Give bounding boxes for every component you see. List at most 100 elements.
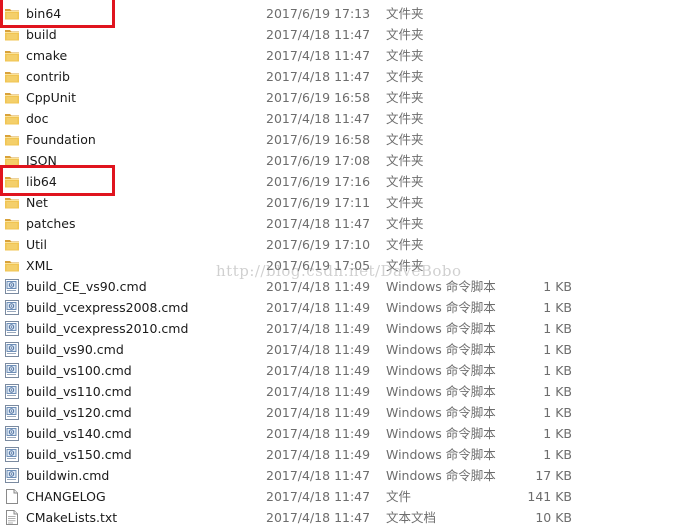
file-date-modified: 2017/6/19 17:16 [266, 174, 371, 189]
file-name: doc [26, 111, 49, 126]
cmd-script-icon [4, 300, 20, 315]
file-row[interactable]: build_CE_vs90.cmd 2017/4/18 11:49 Windows … [0, 276, 700, 297]
file-size: 1 KB [543, 279, 572, 294]
cmd-script-icon [4, 426, 20, 441]
file-type: Windows 命令脚本 [386, 363, 496, 378]
file-row[interactable]: Net 2017/6/19 17:11 文件夹 [0, 192, 700, 213]
folder-icon [4, 237, 20, 252]
file-name: build_vs140.cmd [26, 426, 132, 441]
file-name: patches [26, 216, 76, 231]
file-date-modified: 2017/4/18 11:49 [266, 279, 371, 294]
file-row[interactable]: build_vs100.cmd 2017/4/18 11:49 Windows 命令… [0, 360, 700, 381]
file-name: CppUnit [26, 90, 77, 105]
file-row[interactable]: buildwin.cmd 2017/4/18 11:47 Windows 命令脚本 1… [0, 465, 700, 486]
file-type: Windows 命令脚本 [386, 321, 496, 336]
file-type: 文件夹 [386, 174, 424, 189]
file-row[interactable]: CppUnit 2017/6/19 16:58 文件夹 [0, 87, 700, 108]
file-row[interactable]: Util 2017/6/19 17:10 文件夹 [0, 234, 700, 255]
file-row[interactable]: build 2017/4/18 11:47 文件夹 [0, 24, 700, 45]
file-name: Net [26, 195, 48, 210]
file-row[interactable]: patches 2017/4/18 11:47 文件夹 [0, 213, 700, 234]
file-type: Windows 命令脚本 [386, 447, 496, 462]
file-name: build_vs110.cmd [26, 384, 132, 399]
file-type: Windows 命令脚本 [386, 384, 496, 399]
file-row[interactable]: contrib 2017/4/18 11:47 文件夹 [0, 66, 700, 87]
file-date-modified: 2017/6/19 17:10 [266, 237, 371, 252]
folder-icon [4, 90, 20, 105]
file-row[interactable]: build_vs120.cmd 2017/4/18 11:49 Windows 命令… [0, 402, 700, 423]
file-size: 141 KB [527, 489, 572, 504]
cmd-script-icon [4, 321, 20, 336]
file-name: build_vcexpress2010.cmd [26, 321, 189, 336]
file-date-modified: 2017/4/18 11:47 [266, 69, 371, 84]
file-size: 1 KB [543, 321, 572, 336]
file-date-modified: 2017/4/18 11:47 [266, 111, 371, 126]
file-type: 文件夹 [386, 27, 424, 42]
file-row[interactable]: build_vcexpress2010.cmd 2017/4/18 11:49 Wi… [0, 318, 700, 339]
file-date-modified: 2017/6/19 17:11 [266, 195, 371, 210]
file-type: Windows 命令脚本 [386, 405, 496, 420]
file-date-modified: 2017/4/18 11:49 [266, 321, 371, 336]
file-date-modified: 2017/6/19 16:58 [266, 90, 371, 105]
folder-icon [4, 27, 20, 42]
folder-icon [4, 216, 20, 231]
file-date-modified: 2017/4/18 11:47 [266, 216, 371, 231]
file-row[interactable]: build_vcexpress2008.cmd 2017/4/18 11:49 Wi… [0, 297, 700, 318]
file-type: 文件夹 [386, 69, 424, 84]
file-type: 文件夹 [386, 48, 424, 63]
file-size: 1 KB [543, 300, 572, 315]
cmd-script-icon [4, 279, 20, 294]
file-date-modified: 2017/6/19 17:08 [266, 153, 371, 168]
file-date-modified: 2017/6/19 17:05 [266, 258, 371, 273]
file-icon [4, 489, 20, 504]
file-row[interactable]: build_vs90.cmd 2017/4/18 11:49 Windows 命令脚… [0, 339, 700, 360]
file-name: Foundation [26, 132, 96, 147]
file-type: 文件夹 [386, 216, 424, 231]
file-type: Windows 命令脚本 [386, 279, 496, 294]
file-date-modified: 2017/4/18 11:47 [266, 27, 371, 42]
file-row[interactable]: build_vs150.cmd 2017/4/18 11:49 Windows 命令… [0, 444, 700, 465]
file-row[interactable]: cmake 2017/4/18 11:47 文件夹 [0, 45, 700, 66]
file-type: 文件夹 [386, 90, 424, 105]
file-size: 1 KB [543, 405, 572, 420]
file-size: 17 KB [535, 468, 572, 483]
file-date-modified: 2017/4/18 11:49 [266, 405, 371, 420]
file-name: build_vs100.cmd [26, 363, 132, 378]
file-date-modified: 2017/4/18 11:49 [266, 363, 371, 378]
file-date-modified: 2017/4/18 11:49 [266, 342, 371, 357]
file-type: 文件夹 [386, 153, 424, 168]
file-type: 文件 [386, 489, 412, 504]
file-date-modified: 2017/4/18 11:47 [266, 489, 371, 504]
file-list: bin64 2017/6/19 17:13 文件夹 build 2017/4/18 11… [0, 0, 700, 525]
file-type: 文件夹 [386, 195, 424, 210]
file-name: buildwin.cmd [26, 468, 110, 483]
file-date-modified: 2017/4/18 11:49 [266, 447, 371, 462]
file-size: 1 KB [543, 342, 572, 357]
folder-icon [4, 132, 20, 147]
file-size: 1 KB [543, 363, 572, 378]
file-row[interactable]: build_vs110.cmd 2017/4/18 11:49 Windows 命令… [0, 381, 700, 402]
file-name: build_CE_vs90.cmd [26, 279, 147, 294]
file-date-modified: 2017/6/19 16:58 [266, 132, 371, 147]
file-row[interactable]: build_vs140.cmd 2017/4/18 11:49 Windows 命令… [0, 423, 700, 444]
file-type: 文件夹 [386, 258, 424, 273]
file-size: 1 KB [543, 384, 572, 399]
file-type: 文件夹 [386, 111, 424, 126]
file-name: cmake [26, 48, 68, 63]
cmd-script-icon [4, 342, 20, 357]
file-row[interactable]: XML 2017/6/19 17:05 文件夹 [0, 255, 700, 276]
file-name: XML [26, 258, 53, 273]
file-date-modified: 2017/6/19 17:13 [266, 6, 371, 21]
file-name: build_vs150.cmd [26, 447, 132, 462]
file-date-modified: 2017/4/18 11:49 [266, 384, 371, 399]
file-size: 1 KB [543, 426, 572, 441]
folder-icon [4, 258, 20, 273]
cmd-script-icon [4, 363, 20, 378]
file-name: build [26, 27, 57, 42]
file-row[interactable]: CHANGELOG 2017/4/18 11:47 文件 141 KB [0, 486, 700, 507]
file-row[interactable]: Foundation 2017/6/19 16:58 文件夹 [0, 129, 700, 150]
file-name: contrib [26, 69, 70, 84]
file-date-modified: 2017/4/18 11:47 [266, 48, 371, 63]
file-row[interactable]: doc 2017/4/18 11:47 文件夹 [0, 108, 700, 129]
file-type: Windows 命令脚本 [386, 468, 496, 483]
